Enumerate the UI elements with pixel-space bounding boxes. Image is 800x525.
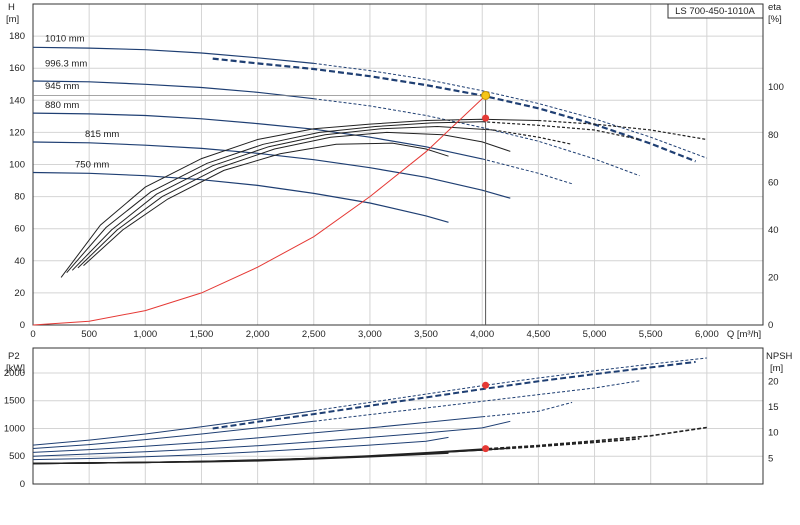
top-y-left-tick-label: 100: [9, 160, 25, 171]
top-y-left-tick-label: 140: [9, 95, 25, 106]
x-tick-label: 5,000: [583, 329, 607, 340]
eta-curve-solid: [60, 118, 539, 278]
eta-duty-marker: [482, 114, 490, 122]
top-y-left-tick-label: 40: [14, 256, 25, 267]
top-y-right-tick-label: 40: [768, 225, 779, 236]
x-tick-label: 500: [81, 329, 97, 340]
x-axis-title: Q [m³/h]: [727, 329, 761, 340]
bottom-y-right-tick-label: 15: [768, 402, 779, 413]
power-duty-marker: [482, 381, 490, 389]
x-tick-label: 3,000: [358, 329, 382, 340]
bottom-y-left-tick-label: 1500: [4, 396, 25, 407]
x-tick-label: 4,500: [526, 329, 550, 340]
head-curve-solid: [32, 171, 449, 223]
model-label: LS 700-450-1010A: [675, 6, 755, 17]
eta-curve-solid: [83, 142, 449, 266]
power-curve-dashed: [212, 360, 696, 430]
head-curve-label: 945 mm: [45, 81, 79, 92]
top-y-left-tick-label: 0: [20, 320, 25, 331]
top-y-right-tick-label: 60: [768, 177, 779, 188]
top-y-left-tick-label: 60: [14, 224, 25, 235]
x-tick-label: 1,500: [190, 329, 214, 340]
top-y-left-tick-label: 180: [9, 31, 25, 42]
top-y-left-tick-label: 20: [14, 288, 25, 299]
bottom-y-left-unit: [kW]: [6, 363, 25, 374]
bottom-y-left-tick-label: 1000: [4, 423, 25, 434]
pump-performance-chart: 0 20 40 60 80 100 120 140 160 180 0 20 40 60 80 100 0 500…: [0, 0, 800, 520]
x-tick-label: 5,500: [639, 329, 663, 340]
npsh-duty-marker: [482, 445, 490, 453]
x-tick-label: 6,000: [695, 329, 719, 340]
head-curve-label: 750 mm: [75, 160, 109, 171]
top-y-right-title: eta: [768, 2, 782, 13]
head-curve-label: 815 mm: [85, 129, 119, 140]
bottom-y-right-unit: [m]: [770, 363, 783, 374]
bottom-y-left-tick-label: 500: [9, 451, 25, 462]
top-y-left-tick-label: 80: [14, 192, 25, 203]
power-curve-dashed: [482, 401, 573, 418]
top-y-left-tick-label: 120: [9, 127, 25, 138]
top-y-right-tick-label: 20: [768, 272, 779, 283]
x-tick-label: 2,500: [302, 329, 326, 340]
bottom-y-right-tick-label: 5: [768, 453, 773, 464]
top-y-right-tick-label: 0: [768, 320, 773, 331]
head-curve-dashed: [482, 158, 573, 185]
top-y-right-tick-label: 80: [768, 130, 779, 141]
power-curve-solid: [32, 410, 314, 446]
bottom-plot-frame: [32, 347, 764, 485]
x-tick-label: 4,000: [470, 329, 494, 340]
chart-svg: 0204060801001201401601800204060801000 500…: [4, 2, 793, 490]
top-y-left-tick-label: 160: [9, 63, 25, 74]
x-tick-label: 0: [30, 329, 35, 340]
head-curve-dashed: [212, 57, 697, 163]
top-y-left-unit: [m]: [6, 14, 19, 25]
x-tick-label: 2,000: [246, 329, 270, 340]
bottom-y-right-title: NPSH: [766, 351, 793, 362]
top-y-right-unit: [%]: [768, 14, 782, 25]
eta-curve-dashed: [538, 119, 707, 141]
top-y-left-title: H: [8, 2, 15, 13]
head-curve-label: 880 mm: [45, 100, 79, 111]
top-y-right-tick-label: 100: [768, 82, 784, 93]
x-tick-label: 1,000: [133, 329, 157, 340]
duty-point-marker: [481, 90, 491, 100]
bottom-y-right-tick-label: 10: [768, 428, 779, 439]
head-curve-label: 996.3 mm: [45, 59, 87, 70]
head-curve-label: 1010 mm: [45, 33, 85, 44]
bottom-y-left-tick-label: 0: [20, 479, 25, 490]
bottom-y-left-title: P2: [8, 351, 20, 362]
bottom-y-right-tick-label: 20: [768, 376, 779, 387]
x-tick-label: 3,500: [414, 329, 438, 340]
